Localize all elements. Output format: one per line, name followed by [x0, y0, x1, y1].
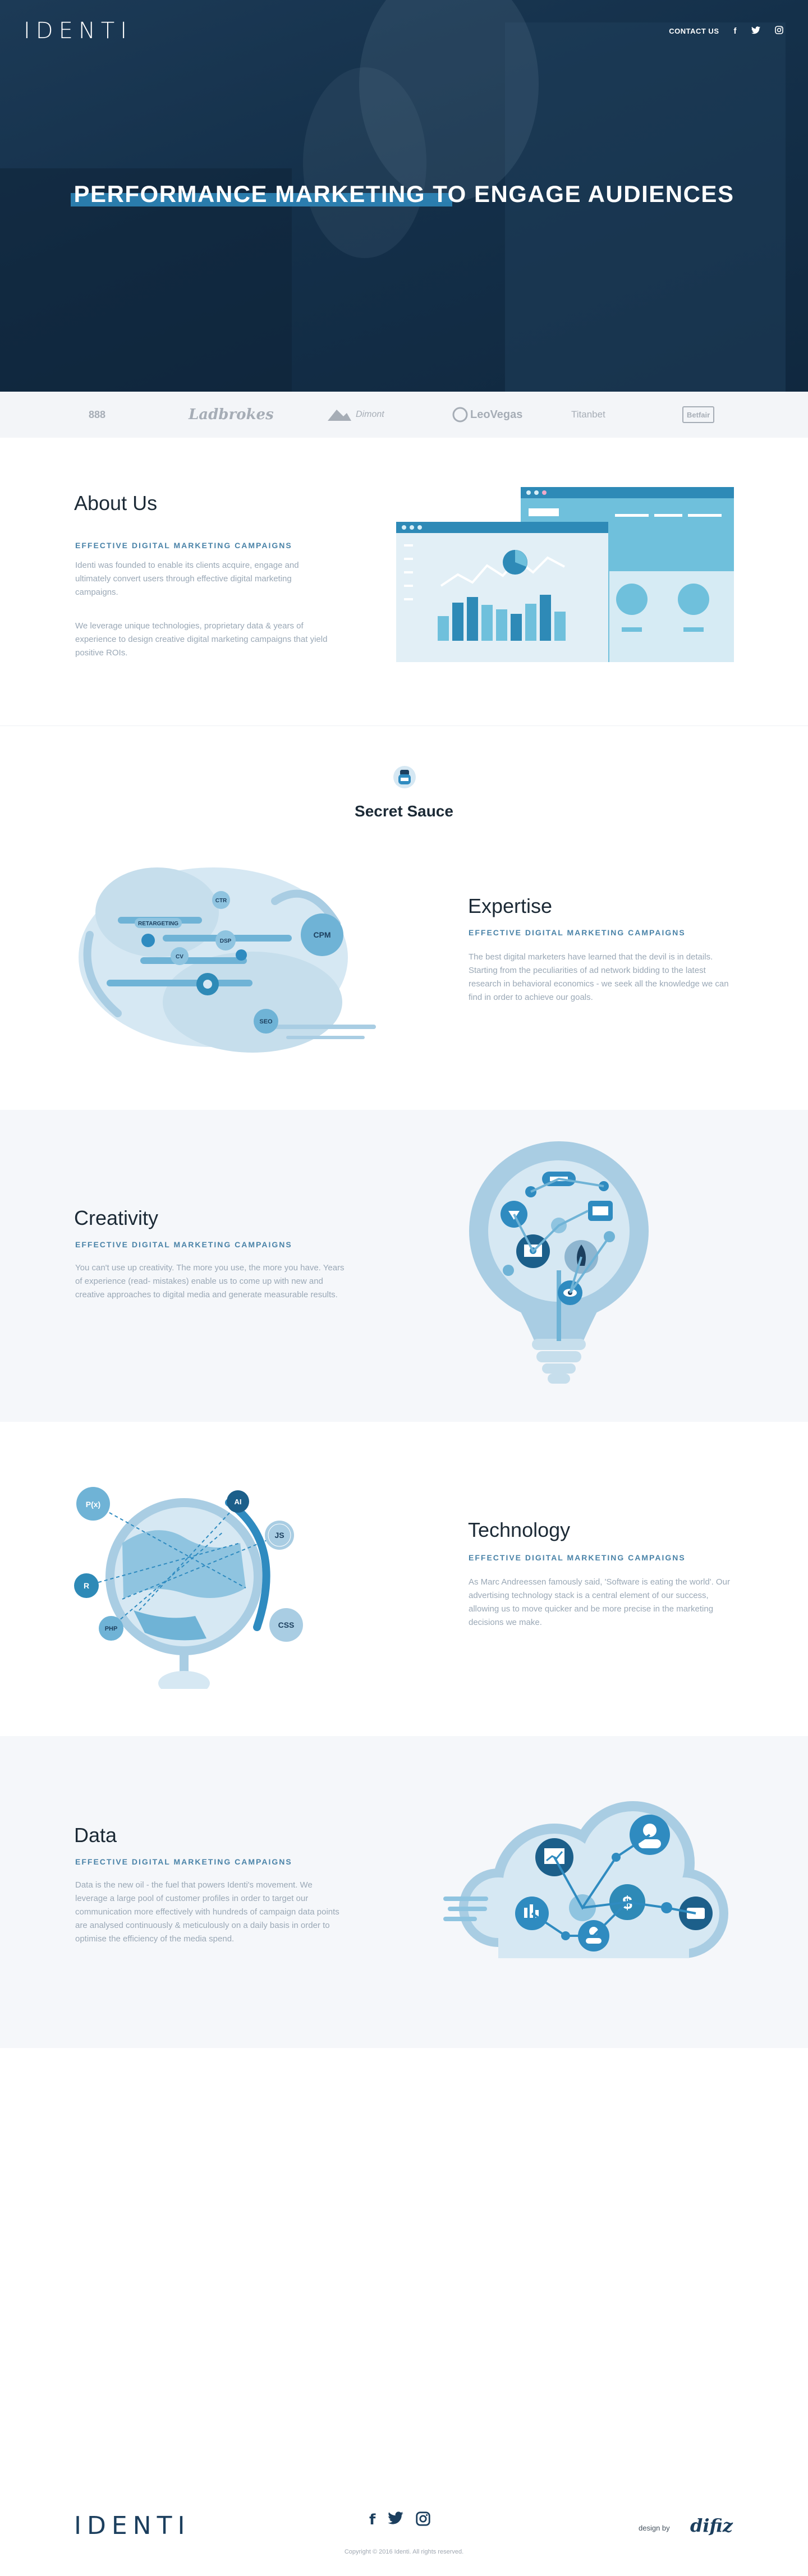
- expertise-body: The best digital marketers have learned …: [469, 952, 729, 1002]
- brand-logo-ladbrokes: Ladbrokes: [189, 406, 274, 423]
- brand-logo-betfair: Betfair: [682, 406, 715, 423]
- copyright-text: Copyright © 2016 Identi. All rights rese…: [344, 2549, 464, 2555]
- data-section: Data EFFECTIVE DIGITAL MARKETING CAMPAIG…: [0, 1736, 808, 2048]
- footer-logo[interactable]: IDENTI: [74, 2511, 190, 2540]
- globe-illustration: P(x) JS AI R PHP CSS: [74, 1487, 303, 1689]
- r-label: R: [84, 1581, 89, 1590]
- instagram-icon[interactable]: [416, 2511, 430, 2530]
- top-nav: CONTACT US f: [669, 26, 783, 36]
- client-logos: 888 Ladbrokes Dimont LeoVegas Titanbet B…: [0, 392, 808, 438]
- hero-title: PERFORMANCE MARKETING TO ENGAGE AUDIENCE…: [70, 181, 734, 208]
- ctr-label: CTR: [215, 898, 227, 904]
- facebook-icon[interactable]: f: [369, 2511, 375, 2530]
- creativity-subtitle: EFFECTIVE DIGITAL MARKETING CAMPAIGNS: [75, 1240, 292, 1249]
- page: IDENTI CONTACT US f PERFORMANCE MARKETIN…: [0, 0, 808, 2576]
- brand-logo-titanbet: Titanbet: [571, 409, 605, 420]
- js-label: JS: [274, 1531, 284, 1540]
- seo-label: SEO: [259, 1018, 273, 1025]
- footer: IDENTI f Copyright © 2016 Identi. All ri…: [0, 2491, 808, 2576]
- dsp-label: DSP: [220, 938, 232, 944]
- retargeting-label: RETARGETING: [138, 921, 178, 927]
- technology-section: P(x) JS AI R PHP CSS Technology EFFECTIV…: [0, 1422, 808, 1736]
- data-cloud-illustration: $: [443, 1801, 728, 1958]
- technology-subtitle: EFFECTIVE DIGITAL MARKETING CAMPAIGNS: [469, 1553, 686, 1562]
- hero-title-part1: PERFORMANCE MARKETING: [74, 181, 426, 207]
- creativity-section: Creativity EFFECTIVE DIGITAL MARKETING C…: [0, 1110, 808, 1422]
- about-paragraph-2: We leverage unique technologies, proprie…: [75, 621, 328, 658]
- about-title: About Us: [74, 492, 158, 515]
- brand-logo-dimont: Dimont: [327, 406, 384, 423]
- brand-logo-leovegas: LeoVegas: [452, 406, 522, 423]
- hero-title-wrap: PERFORMANCE MARKETING TO ENGAGE AUDIENCE…: [0, 181, 808, 208]
- footer-social: f: [369, 2511, 430, 2530]
- design-by-label: design by: [639, 2524, 670, 2532]
- about-section: About Us EFFECTIVE DIGITAL MARKETING CAM…: [0, 438, 808, 726]
- lightbulb-illustration: [469, 1141, 649, 1384]
- expertise-title: Expertise: [468, 894, 553, 917]
- hero-bg-shape: [303, 67, 426, 258]
- analytics-dashboard-illustration: [396, 487, 734, 662]
- cv-label: CV: [176, 954, 183, 960]
- hero: IDENTI CONTACT US f PERFORMANCE MARKETIN…: [0, 0, 808, 392]
- expertise-subtitle: EFFECTIVE DIGITAL MARKETING CAMPAIGNS: [469, 928, 686, 937]
- brand-label: Dimont: [356, 410, 384, 419]
- site-logo[interactable]: IDENTI: [24, 18, 132, 44]
- technology-title: Technology: [468, 1518, 571, 1541]
- px-label: P(x): [86, 1500, 100, 1509]
- data-subtitle: EFFECTIVE DIGITAL MARKETING CAMPAIGNS: [75, 1857, 292, 1866]
- about-subtitle: EFFECTIVE DIGITAL MARKETING CAMPAIGNS: [75, 541, 292, 550]
- contact-link[interactable]: CONTACT US: [669, 27, 719, 35]
- secret-sauce-title: Secret Sauce: [355, 802, 453, 820]
- about-paragraph-1: Identi was founded to enable its clients…: [75, 561, 299, 597]
- sauce-icon: [393, 766, 416, 788]
- ai-label: AI: [235, 1498, 242, 1506]
- brain-illustration: RETARGETING CTR DSP CV CPM SEO: [79, 867, 376, 1053]
- brand-label: LeoVegas: [470, 408, 523, 421]
- css-label: CSS: [278, 1620, 295, 1629]
- php-label: PHP: [105, 1626, 118, 1632]
- designer-logo-link[interactable]: difiz: [690, 2515, 733, 2536]
- creativity-body: You can't use up creativity. The more yo…: [75, 1263, 345, 1300]
- brand-logo-888: 888: [89, 408, 106, 420]
- instagram-icon[interactable]: [775, 26, 783, 36]
- data-title: Data: [74, 1824, 117, 1847]
- cpm-label: CPM: [313, 930, 330, 939]
- twitter-icon[interactable]: [388, 2511, 404, 2530]
- facebook-icon[interactable]: f: [734, 26, 737, 36]
- secret-sauce-section: Secret Sauce RETARGETING CTR DSP CV CPM …: [0, 726, 808, 1110]
- creativity-title: Creativity: [74, 1206, 159, 1229]
- hero-title-part2: TO ENGAGE AUDIENCES: [425, 181, 734, 207]
- data-body: Data is the new oil - the fuel that powe…: [75, 1880, 339, 1944]
- twitter-icon[interactable]: [751, 26, 760, 36]
- technology-body: As Marc Andreessen famously said, 'Softw…: [469, 1577, 730, 1627]
- mountain-icon: [328, 410, 351, 421]
- lion-icon: [452, 407, 468, 423]
